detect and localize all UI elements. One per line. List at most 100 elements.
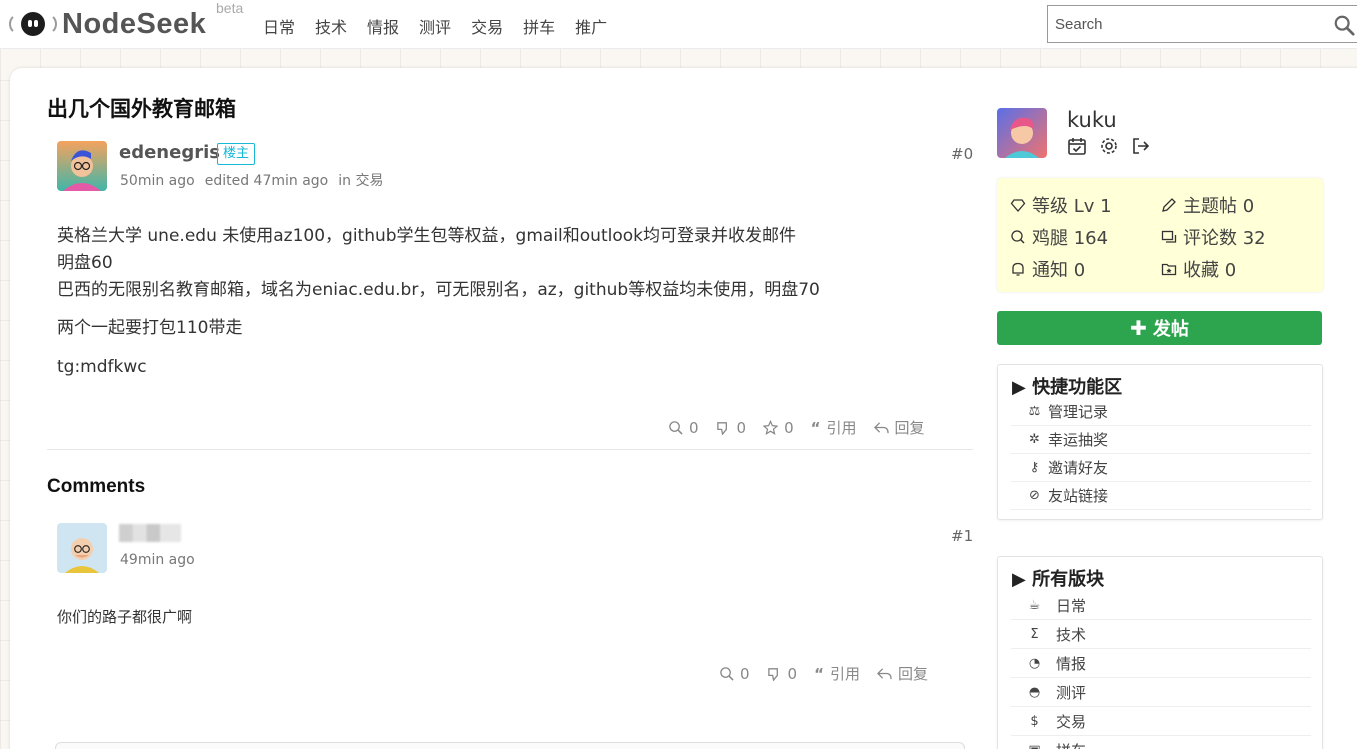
bell-icon [1012, 262, 1024, 276]
stat-comments[interactable]: 评论数 32 [1161, 224, 1266, 250]
author-avatar[interactable] [57, 141, 107, 191]
user-avatar[interactable] [997, 108, 1047, 158]
stat-chicken-label: 鸡腿 164 [1032, 228, 1109, 249]
stat-notify[interactable]: 通知 0 [1010, 256, 1085, 282]
search-icon[interactable] [1333, 14, 1355, 36]
comments-icon [1161, 230, 1177, 243]
reply-button[interactable]: 回复 [873, 417, 925, 438]
board-item-carpool[interactable]: ▣ 拼车 [1011, 736, 1311, 749]
board-item-tech[interactable]: Σ 技术 [1011, 620, 1311, 649]
post-line: tg:mdfkwc [57, 357, 147, 377]
paperclip-icon: ⊘ [1029, 488, 1040, 503]
diamond-heart-icon [1010, 199, 1026, 212]
board-item-label: 拼车 [1056, 740, 1086, 749]
nav-item-trade[interactable]: 交易 [471, 14, 503, 38]
comment-floor[interactable]: #1 [951, 527, 973, 545]
post-floor[interactable]: #0 [951, 145, 973, 163]
nav-item-carpool[interactable]: 拼车 [523, 14, 555, 38]
reply-label: 回复 [897, 665, 928, 683]
stat-chicken[interactable]: 鸡腿 164 [1010, 224, 1108, 250]
pencil-icon [1162, 198, 1176, 212]
post-line: 巴西的无限别名教育邮箱，域名为eniac.edu.br，可无限别名，az，git… [57, 280, 820, 300]
sparkle-icon: ✲ [1029, 432, 1040, 447]
board-item-label: 测评 [1056, 683, 1087, 702]
thumb-down-icon [716, 422, 727, 435]
post-meta: 50min ago edited 47min ago in 交易 [120, 170, 393, 190]
nav-item-tech[interactable]: 技术 [315, 14, 347, 38]
star-icon [763, 420, 779, 435]
logout-icon[interactable] [1131, 136, 1151, 156]
post-edited: edited 47min ago [204, 173, 329, 189]
chicken-count: 0 [689, 418, 699, 437]
quick-item-lottery[interactable]: ✲ 幸运抽奖 [1011, 426, 1311, 454]
nav-item-promo[interactable]: 推广 [575, 14, 607, 38]
star-button[interactable]: 0 [763, 417, 794, 438]
chicken-button[interactable]: 0 [719, 663, 750, 684]
stat-level-label: 等级 Lv 1 [1032, 196, 1112, 217]
op-badge: 楼主 [217, 143, 256, 165]
commenter-avatar[interactable] [57, 523, 107, 573]
nav-item-review[interactable]: 测评 [419, 14, 451, 38]
quote-button[interactable]: “ 引用 [814, 663, 860, 684]
quick-item-friend-links[interactable]: ⊘ 友站链接 [1011, 482, 1311, 510]
chicken-leg-icon [669, 421, 683, 435]
reply-editor[interactable] [55, 742, 965, 749]
user-name[interactable]: kuku [1067, 108, 1117, 132]
post-category[interactable]: in 交易 [338, 173, 383, 189]
quick-panel-title[interactable]: ▶ 快捷功能区 [1012, 373, 1122, 399]
cup-icon: ☕ [1028, 597, 1041, 613]
nav-item-info[interactable]: 情报 [367, 14, 399, 38]
quote-icon: “ [814, 664, 824, 683]
nav-item-daily[interactable]: 日常 [263, 14, 295, 38]
stat-notify-label: 通知 0 [1032, 260, 1086, 281]
reply-icon [873, 422, 889, 434]
reply-button[interactable]: 回复 [876, 663, 928, 684]
search-input[interactable] [1048, 6, 1318, 42]
site-logo[interactable]: NodeSeek [8, 6, 206, 42]
board-item-label: 技术 [1056, 625, 1087, 644]
stat-favorites[interactable]: 收藏 0 [1161, 256, 1236, 282]
user-quick-icons [1067, 136, 1151, 156]
dislike-button[interactable]: 0 [716, 417, 747, 438]
calendar-check-icon[interactable] [1067, 136, 1087, 156]
post-line: 明盘60 [57, 253, 113, 273]
chicken-leg-icon [1011, 230, 1025, 244]
comment-actions: 0 0 “ 引用 回复 [719, 663, 928, 684]
chicken-leg-icon [720, 667, 734, 681]
stat-topics-label: 主题帖 0 [1183, 196, 1255, 217]
gear-icon[interactable] [1099, 136, 1119, 156]
post-line: 两个一起要打包110带走 [57, 318, 243, 338]
chicken-button[interactable]: 0 [668, 417, 699, 438]
board-item-daily[interactable]: ☕ 日常 [1011, 591, 1311, 620]
main-nav: 日常 技术 情报 测评 交易 拼车 推广 [263, 14, 607, 38]
board-item-trade[interactable]: $ 交易 [1011, 707, 1311, 736]
dislike-button[interactable]: 0 [767, 663, 798, 684]
scale-icon: ⚖ [1028, 404, 1041, 419]
commenter-name-blurred[interactable] [119, 524, 181, 542]
quote-button[interactable]: “ 引用 [811, 417, 857, 438]
beta-label: beta [216, 0, 244, 16]
quick-item-admin-log[interactable]: ⚖ 管理记录 [1011, 398, 1311, 426]
comment-text: 你们的路子都很广啊 [57, 608, 193, 626]
comments-title: Comments [47, 476, 146, 497]
dollar-icon: $ [1030, 713, 1039, 729]
dislike-count: 0 [736, 418, 747, 437]
key-icon: ⚷ [1029, 460, 1040, 475]
quick-item-label: 邀请好友 [1048, 459, 1109, 477]
chicken-count: 0 [740, 664, 750, 683]
stat-level[interactable]: 等级 Lv 1 [1010, 192, 1112, 218]
quick-item-invite[interactable]: ⚷ 邀请好友 [1011, 454, 1311, 482]
quick-item-label: 管理记录 [1048, 403, 1109, 421]
stat-topics[interactable]: 主题帖 0 [1161, 192, 1254, 218]
quick-item-label: 友站链接 [1048, 487, 1109, 505]
all-boards-panel: ▶ 所有版块 ☕ 日常 Σ 技术 ◔ 情报 ◓ 测评 $ 交易 ▣ 拼车 [997, 556, 1323, 749]
post-line: 英格兰大学 une.edu 未使用az100，github学生包等权益，gmai… [57, 226, 796, 246]
board-item-review[interactable]: ◓ 测评 [1011, 678, 1311, 707]
search-box [1047, 5, 1357, 43]
new-post-button[interactable]: ✚ 发帖 [997, 311, 1322, 345]
author-name[interactable]: edenegris [119, 142, 220, 163]
board-item-info[interactable]: ◔ 情报 [1011, 649, 1311, 678]
dislike-count: 0 [787, 664, 798, 683]
boards-panel-title[interactable]: ▶ 所有版块 [1012, 565, 1104, 591]
logo-mark-icon [8, 9, 58, 39]
